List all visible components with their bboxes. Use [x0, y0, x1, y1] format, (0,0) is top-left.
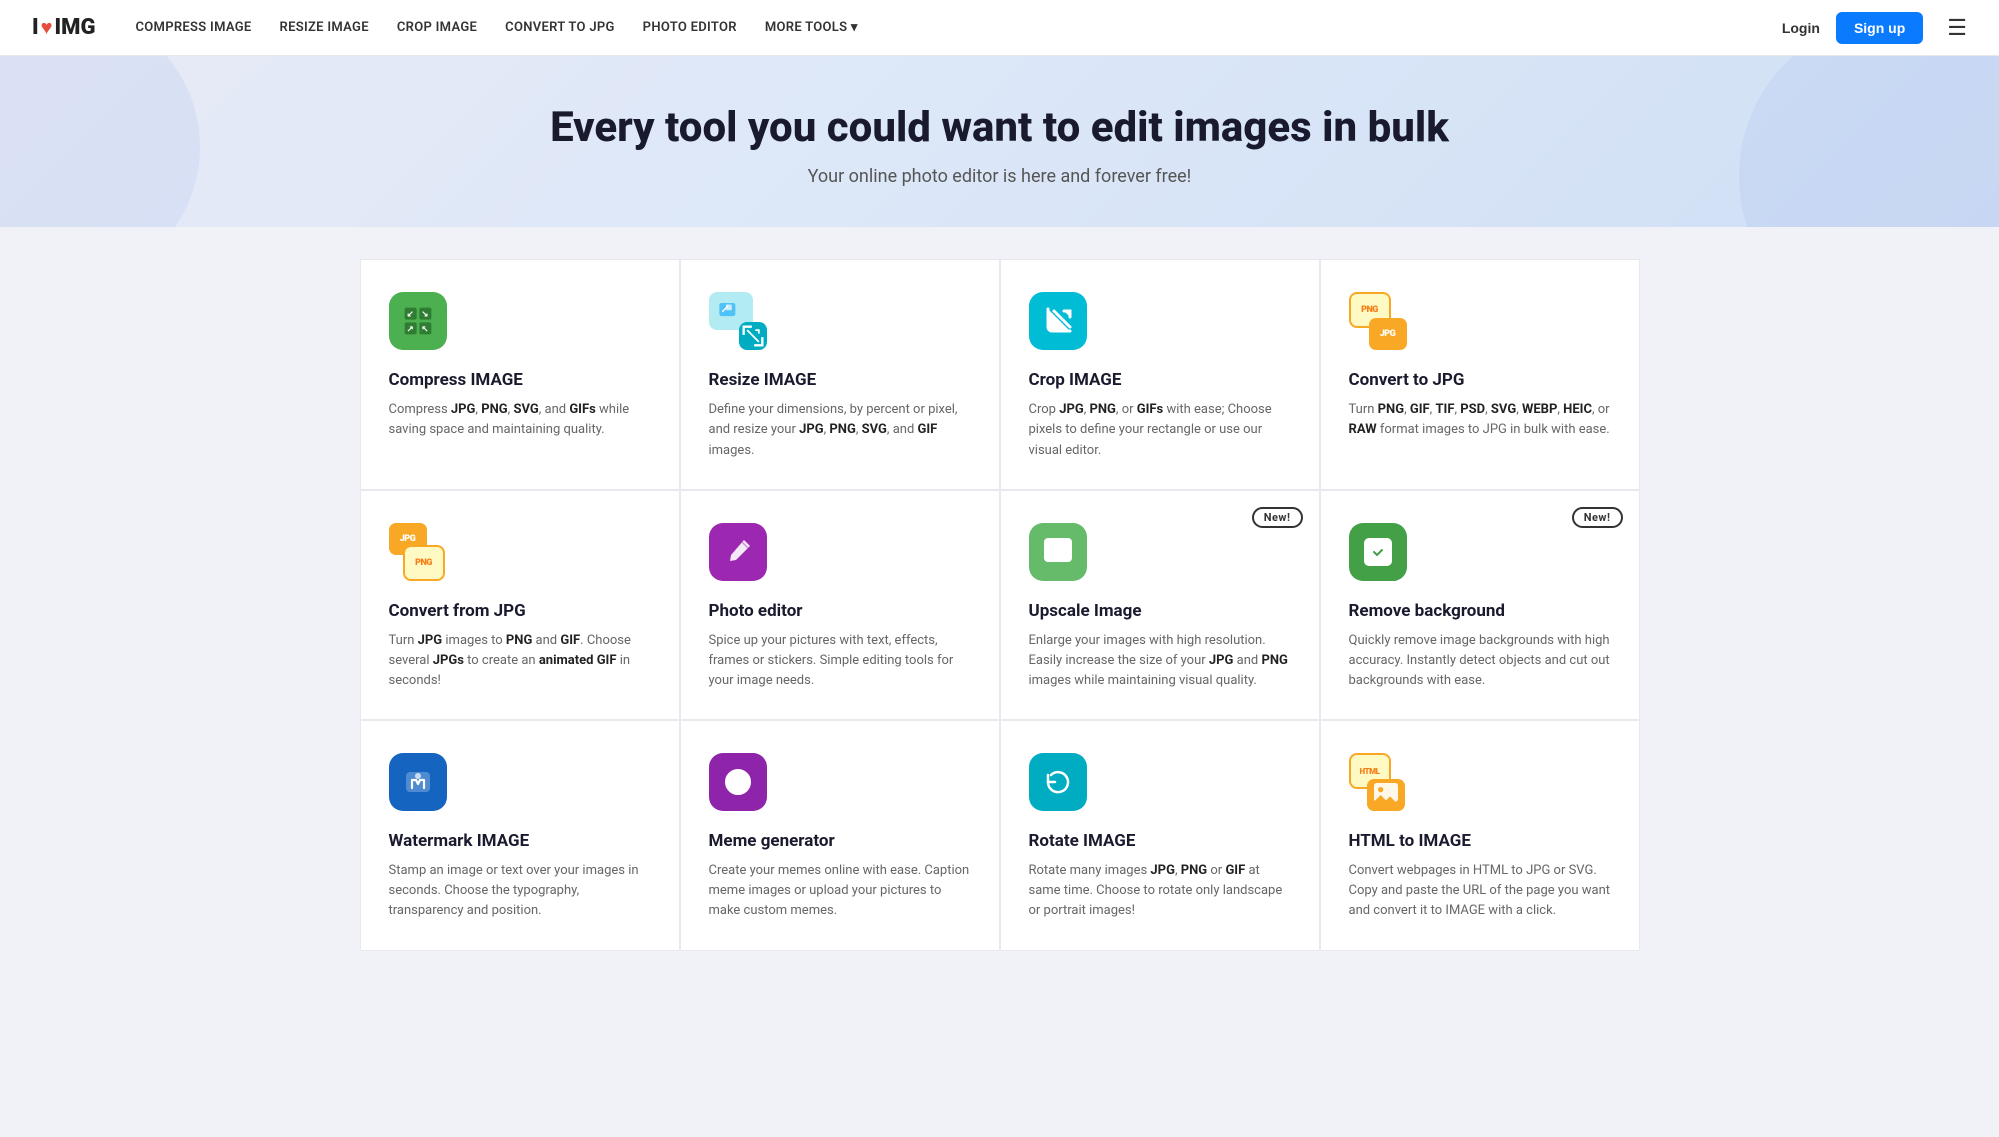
svg-text:↖: ↖ [421, 325, 428, 335]
logo-img: IMG [55, 15, 96, 40]
resize-title: Resize IMAGE [709, 370, 971, 390]
nav-links: COMPRESS IMAGE RESIZE IMAGE CROP IMAGE C… [135, 20, 1781, 35]
tool-card-compress[interactable]: ↙ ↘ ↗ ↖ Compress IMAGE Compress JPG, PNG… [360, 259, 680, 489]
tool-card-convert-to-jpg[interactable]: PNG JPG Convert to JPG Turn PNG, GIF, TI… [1320, 259, 1640, 489]
nav-convert[interactable]: CONVERT TO JPG [505, 20, 615, 35]
tool-card-upscale[interactable]: New! Upscale Image Enlarge your images w… [1000, 490, 1320, 720]
rotate-icon [1029, 753, 1087, 811]
html-to-image-icon: HTML [1349, 753, 1407, 811]
svg-text:↙: ↙ [406, 310, 413, 320]
tool-card-meme[interactable]: Meme generator Create your memes online … [680, 720, 1000, 950]
meme-icon [709, 753, 767, 811]
meme-title: Meme generator [709, 831, 971, 851]
nav-resize[interactable]: RESIZE IMAGE [280, 20, 369, 35]
nav-crop[interactable]: CROP IMAGE [397, 20, 477, 35]
crop-desc: Crop JPG, PNG, or GIFs with ease; Choose… [1029, 400, 1291, 460]
rotate-desc: Rotate many images JPG, PNG or GIF at sa… [1029, 861, 1291, 921]
resize-desc: Define your dimensions, by percent or pi… [709, 400, 971, 460]
html-to-image-title: HTML to IMAGE [1349, 831, 1611, 851]
navbar: I ♥ IMG COMPRESS IMAGE RESIZE IMAGE CROP… [0, 0, 1999, 56]
convert-to-jpg-title: Convert to JPG [1349, 370, 1611, 390]
upscale-badge: New! [1252, 507, 1303, 528]
compress-desc: Compress JPG, PNG, SVG, and GIFs while s… [389, 400, 651, 440]
rotate-title: Rotate IMAGE [1029, 831, 1291, 851]
hero-title: Every tool you could want to edit images… [32, 104, 1967, 152]
remove-bg-desc: Quickly remove image backgrounds with hi… [1349, 631, 1611, 691]
tool-card-rotate[interactable]: Rotate IMAGE Rotate many images JPG, PNG… [1000, 720, 1320, 950]
svg-text:↗: ↗ [406, 325, 413, 335]
watermark-icon [389, 753, 447, 811]
tool-card-watermark[interactable]: Watermark IMAGE Stamp an image or text o… [360, 720, 680, 950]
logo-heart-icon: ♥ [41, 15, 53, 40]
nav-more-tools[interactable]: MORE TOOLS ▾ [765, 20, 858, 35]
photo-editor-desc: Spice up your pictures with text, effect… [709, 631, 971, 691]
remove-bg-badge: New! [1572, 507, 1623, 528]
tool-card-remove-bg[interactable]: New! Remove background Quickly remove im… [1320, 490, 1640, 720]
compress-title: Compress IMAGE [389, 370, 651, 390]
meme-desc: Create your memes online with ease. Capt… [709, 861, 971, 921]
remove-bg-title: Remove background [1349, 601, 1611, 621]
upscale-desc: Enlarge your images with high resolution… [1029, 631, 1291, 691]
tool-card-crop[interactable]: Crop IMAGE Crop JPG, PNG, or GIFs with e… [1000, 259, 1320, 489]
nav-compress[interactable]: COMPRESS IMAGE [135, 20, 251, 35]
svg-text:↘: ↘ [421, 310, 428, 320]
crop-icon [1029, 292, 1087, 350]
logo-i: I [32, 15, 39, 40]
nav-right: Login Sign up ☰ [1782, 12, 1967, 44]
hero-subtitle: Your online photo editor is here and for… [32, 166, 1967, 187]
tool-card-resize[interactable]: Resize IMAGE Define your dimensions, by … [680, 259, 1000, 489]
html-to-image-desc: Convert webpages in HTML to JPG or SVG. … [1349, 861, 1611, 921]
watermark-desc: Stamp an image or text over your images … [389, 861, 651, 921]
upscale-title: Upscale Image [1029, 601, 1291, 621]
tool-card-convert-from-jpg[interactable]: JPG PNG Convert from JPG Turn JPG images… [360, 490, 680, 720]
login-button[interactable]: Login [1782, 20, 1820, 36]
convert-from-jpg-title: Convert from JPG [389, 601, 651, 621]
convert-from-jpg-icon: JPG PNG [389, 523, 447, 581]
convert-to-jpg-desc: Turn PNG, GIF, TIF, PSD, SVG, WEBP, HEIC… [1349, 400, 1611, 440]
watermark-title: Watermark IMAGE [389, 831, 651, 851]
crop-title: Crop IMAGE [1029, 370, 1291, 390]
resize-icon [709, 292, 767, 350]
nav-photo-editor[interactable]: PHOTO EDITOR [643, 20, 737, 35]
remove-bg-icon [1349, 523, 1407, 581]
photo-editor-title: Photo editor [709, 601, 971, 621]
upscale-icon [1029, 523, 1087, 581]
photo-editor-icon [709, 523, 767, 581]
tool-card-photo-editor[interactable]: Photo editor Spice up your pictures with… [680, 490, 1000, 720]
hero-section: Every tool you could want to edit images… [0, 56, 1999, 227]
signup-button[interactable]: Sign up [1836, 12, 1923, 44]
convert-to-jpg-icon: PNG JPG [1349, 292, 1407, 350]
compress-icon: ↙ ↘ ↗ ↖ [389, 292, 447, 350]
logo[interactable]: I ♥ IMG [32, 15, 95, 40]
tool-card-html-to-image[interactable]: HTML HTML to IMAGE Convert webpages in H… [1320, 720, 1640, 950]
tools-grid: ↙ ↘ ↗ ↖ Compress IMAGE Compress JPG, PNG… [300, 227, 1700, 982]
convert-from-jpg-desc: Turn JPG images to PNG and GIF. Choose s… [389, 631, 651, 691]
hamburger-menu[interactable]: ☰ [1947, 15, 1967, 41]
